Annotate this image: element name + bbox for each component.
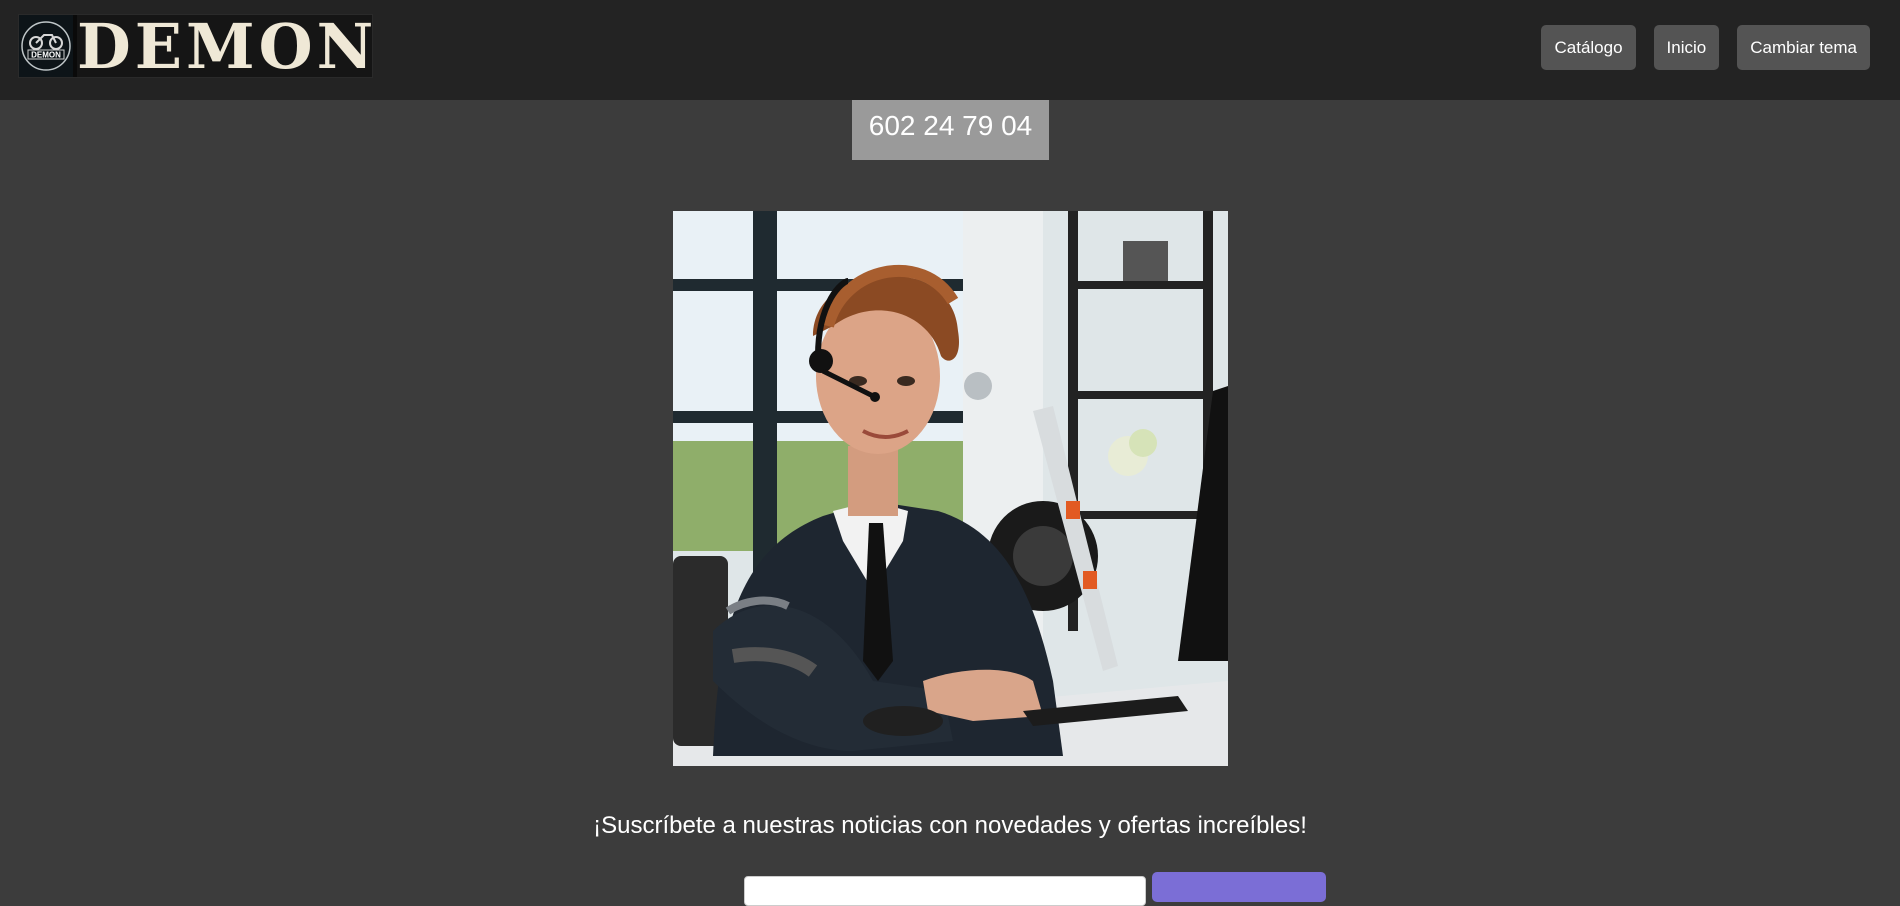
support-agent-photo [673,211,1228,766]
home-button[interactable]: Inicio [1653,25,1720,70]
site-logo[interactable]: DEMON DEMON [18,14,373,78]
toggle-theme-button[interactable]: Cambiar tema [1737,25,1870,70]
motorcycle-emblem-icon: DEMON [19,15,77,77]
top-nav: Catálogo Inicio Cambiar tema [1541,25,1870,70]
email-input[interactable] [744,876,1146,906]
catalog-button[interactable]: Catálogo [1541,25,1636,70]
header-bar: DEMON DEMON Catálogo Inicio Cambiar tema [0,0,1900,100]
logo-wordmark: DEMON [77,10,378,83]
subscribe-button[interactable] [1152,872,1326,902]
phone-number: 602 24 79 04 [852,100,1049,160]
svg-text:DEMON: DEMON [31,51,61,60]
newsletter-prompt: ¡Suscríbete a nuestras noticias con nove… [593,812,1307,839]
